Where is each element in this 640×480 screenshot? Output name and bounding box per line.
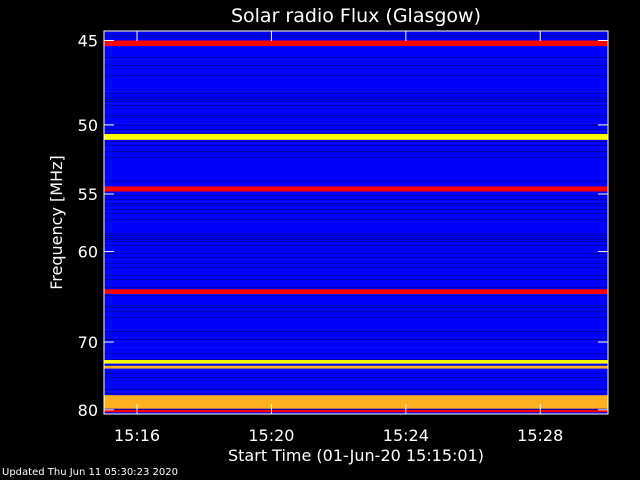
channel-row: [104, 99, 608, 100]
channel-row: [104, 199, 608, 200]
channel-row: [104, 259, 608, 260]
channel-row: [104, 129, 608, 130]
channel-row: [104, 329, 608, 330]
channel-row: [104, 157, 608, 158]
channel-row: [104, 201, 608, 202]
x-tick-label: 15:24: [383, 426, 429, 445]
emission-band-5: [104, 360, 608, 364]
x-axis-label: Start Time (01-Jun-20 15:15:01): [228, 446, 484, 465]
channel-row: [104, 125, 608, 126]
y-tick-label: 55: [78, 185, 98, 204]
x-tick-label: 15:16: [114, 426, 160, 445]
channel-row: [104, 241, 608, 242]
channel-row: [104, 245, 608, 246]
channel-row: [104, 267, 608, 268]
channel-row: [104, 35, 608, 36]
channel-row: [104, 93, 608, 94]
channel-row: [104, 59, 608, 60]
channel-row: [104, 389, 608, 390]
updated-timestamp: Updated Thu Jun 11 05:30:23 2020: [2, 467, 178, 478]
channel-row: [104, 377, 608, 378]
channel-row: [104, 143, 608, 144]
channel-row: [104, 117, 608, 118]
channel-row: [104, 91, 608, 92]
channel-row: [104, 393, 608, 394]
channel-row: [104, 205, 608, 206]
channel-row: [104, 391, 608, 392]
channel-row: [104, 235, 608, 236]
y-tick-label: 70: [78, 333, 98, 352]
channel-row: [104, 185, 608, 186]
channel-row: [104, 75, 608, 76]
channel-row: [104, 101, 608, 102]
channel-row: [104, 347, 608, 348]
channel-row: [104, 279, 608, 280]
channel-row: [104, 317, 608, 318]
channel-row: [104, 151, 608, 152]
channel-row: [104, 307, 608, 308]
channel-row: [104, 409, 608, 410]
channel-row: [104, 149, 608, 150]
channel-row: [104, 305, 608, 306]
emission-band-2: [104, 133, 608, 140]
y-axis-label: Frequency [MHz]: [47, 155, 66, 289]
channel-row: [104, 133, 608, 134]
channel-row: [104, 195, 608, 196]
emission-band-4: [104, 289, 608, 294]
channel-row: [104, 341, 608, 342]
channel-row: [104, 147, 608, 148]
channel-row: [104, 97, 608, 98]
emission-band-1: [104, 40, 608, 47]
channel-row: [104, 253, 608, 254]
spectrogram-chart: Solar radio Flux (Glasgow) 45 50 55 60 70 80 15…: [47, 5, 609, 465]
channel-row: [104, 181, 608, 182]
emission-band-3: [104, 186, 608, 192]
channel-row: [104, 115, 608, 116]
x-tick-label: 15:28: [517, 426, 563, 445]
channel-row: [104, 141, 608, 142]
channel-row: [104, 219, 608, 220]
channel-row: [104, 57, 608, 58]
channel-row: [104, 239, 608, 240]
channel-row: [104, 65, 608, 66]
y-tick-label: 50: [78, 116, 98, 135]
channel-row: [104, 287, 608, 288]
channel-row: [104, 123, 608, 124]
channel-row: [104, 131, 608, 132]
channel-row: [104, 209, 608, 210]
channel-row: [104, 213, 608, 214]
channel-row: [104, 373, 608, 374]
channel-row: [104, 359, 608, 360]
channel-row: [104, 203, 608, 204]
channel-row: [104, 311, 608, 312]
emission-band-8: [104, 409, 608, 413]
channel-row: [104, 257, 608, 258]
channel-row: [104, 337, 608, 338]
x-tick-label: 15:20: [248, 426, 294, 445]
channel-row: [104, 145, 608, 146]
channel-row: [104, 237, 608, 238]
channel-row: [104, 37, 608, 38]
channel-row: [104, 233, 608, 234]
channel-row: [104, 103, 608, 104]
channel-row: [104, 295, 608, 296]
channel-row: [104, 339, 608, 340]
y-tick-label: 80: [78, 401, 98, 420]
chart-title: Solar radio Flux (Glasgow): [231, 5, 481, 27]
y-tick-label: 60: [78, 243, 98, 262]
channel-row: [104, 331, 608, 332]
y-tick-label: 45: [78, 31, 98, 50]
channel-row: [104, 105, 608, 106]
channel-row: [104, 275, 608, 276]
plot-background: [104, 31, 608, 414]
channel-row: [104, 353, 608, 354]
channel-row: [104, 177, 608, 178]
channel-row: [104, 357, 608, 358]
emission-band-7: [104, 395, 608, 409]
emission-band-6: [104, 365, 608, 369]
channel-row: [104, 263, 608, 264]
